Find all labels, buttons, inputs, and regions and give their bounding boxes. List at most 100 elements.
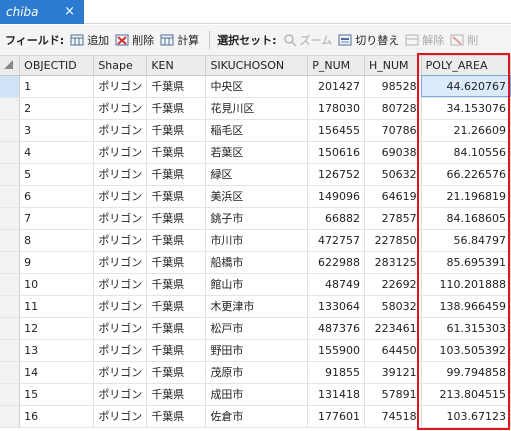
cell-shape[interactable]: ポリゴン <box>93 339 148 362</box>
cell-ken[interactable]: 千葉県 <box>146 383 207 406</box>
cell-p-num[interactable]: 178030 <box>307 97 365 120</box>
row-header[interactable] <box>0 119 21 142</box>
cell-objectid[interactable]: 13 <box>19 339 95 362</box>
cell-h-num[interactable]: 27857 <box>364 207 422 230</box>
column-header-sikuchoson[interactable]: SIKUCHOSON <box>205 56 309 76</box>
table-row[interactable]: 2 ポリゴン 千葉県 花見川区 178030 80728 34.153076 <box>0 97 511 120</box>
cell-poly-area[interactable]: 110.201888 <box>421 273 511 296</box>
cell-objectid[interactable]: 14 <box>19 361 95 384</box>
cell-poly-area[interactable]: 66.226576 <box>421 163 511 186</box>
cell-p-num[interactable]: 126752 <box>307 163 365 186</box>
close-icon[interactable]: × <box>64 4 75 19</box>
cell-sikuchoson[interactable]: 佐倉市 <box>205 405 309 428</box>
add-field-button[interactable]: 追加 <box>70 32 109 48</box>
row-header[interactable] <box>0 229 21 252</box>
cell-p-num[interactable]: 133064 <box>307 295 365 318</box>
cell-ken[interactable]: 千葉県 <box>146 339 207 362</box>
row-header[interactable] <box>0 317 21 340</box>
cell-ken[interactable]: 千葉県 <box>146 361 207 384</box>
cell-poly-area[interactable]: 44.620767 <box>421 75 511 98</box>
table-row[interactable]: 11 ポリゴン 千葉県 木更津市 133064 58032 138.966459 <box>0 295 511 318</box>
clear-selection-button[interactable]: 解除 <box>405 32 444 48</box>
cell-sikuchoson[interactable]: 若葉区 <box>205 141 309 164</box>
column-header-shape[interactable]: Shape <box>93 56 148 76</box>
cell-poly-area[interactable]: 138.966459 <box>421 295 511 318</box>
row-header[interactable] <box>0 273 21 296</box>
cell-h-num[interactable]: 80728 <box>364 97 422 120</box>
row-header[interactable] <box>0 75 21 98</box>
table-row[interactable]: 8 ポリゴン 千葉県 市川市 472757 227850 56.84797 <box>0 229 511 252</box>
cell-shape[interactable]: ポリゴン <box>93 405 148 428</box>
cell-objectid[interactable]: 7 <box>19 207 95 230</box>
cell-sikuchoson[interactable]: 館山市 <box>205 273 309 296</box>
cell-p-num[interactable]: 155900 <box>307 339 365 362</box>
table-row[interactable]: 14 ポリゴン 千葉県 茂原市 91855 39121 99.794858 <box>0 361 511 384</box>
row-header[interactable] <box>0 251 21 274</box>
table-row[interactable]: 5 ポリゴン 千葉県 緑区 126752 50632 66.226576 <box>0 163 511 186</box>
table-row[interactable]: 15 ポリゴン 千葉県 成田市 131418 57891 213.804515 <box>0 383 511 406</box>
cell-sikuchoson[interactable]: 船橋市 <box>205 251 309 274</box>
switch-selection-button[interactable]: 切り替え <box>338 32 399 48</box>
cell-shape[interactable]: ポリゴン <box>93 251 148 274</box>
cell-sikuchoson[interactable]: 緑区 <box>205 163 309 186</box>
cell-ken[interactable]: 千葉県 <box>146 75 207 98</box>
table-row[interactable]: 16 ポリゴン 千葉県 佐倉市 177601 74518 103.67123 <box>0 405 511 428</box>
table-row[interactable]: 6 ポリゴン 千葉県 美浜区 149096 64619 21.196819 <box>0 185 511 208</box>
row-header[interactable] <box>0 163 21 186</box>
cell-poly-area[interactable]: 61.315303 <box>421 317 511 340</box>
cell-objectid[interactable]: 12 <box>19 317 95 340</box>
row-header[interactable] <box>0 185 21 208</box>
table-row[interactable]: 13 ポリゴン 千葉県 野田市 155900 64450 103.505392 <box>0 339 511 362</box>
cell-shape[interactable]: ポリゴン <box>93 119 148 142</box>
cell-objectid[interactable]: 8 <box>19 229 95 252</box>
cell-ken[interactable]: 千葉県 <box>146 273 207 296</box>
cell-p-num[interactable]: 131418 <box>307 383 365 406</box>
cell-shape[interactable]: ポリゴン <box>93 317 148 340</box>
cell-shape[interactable]: ポリゴン <box>93 295 148 318</box>
cell-objectid[interactable]: 6 <box>19 185 95 208</box>
cell-poly-area[interactable]: 56.84797 <box>421 229 511 252</box>
row-header[interactable] <box>0 339 21 362</box>
cell-sikuchoson[interactable]: 野田市 <box>205 339 309 362</box>
cell-p-num[interactable]: 487376 <box>307 317 365 340</box>
cell-sikuchoson[interactable]: 中央区 <box>205 75 309 98</box>
cell-p-num[interactable]: 150616 <box>307 141 365 164</box>
cell-sikuchoson[interactable]: 銚子市 <box>205 207 309 230</box>
cell-poly-area[interactable]: 21.196819 <box>421 185 511 208</box>
cell-h-num[interactable]: 70786 <box>364 119 422 142</box>
cell-h-num[interactable]: 50632 <box>364 163 422 186</box>
cell-h-num[interactable]: 223461 <box>364 317 422 340</box>
table-row[interactable]: 7 ポリゴン 千葉県 銚子市 66882 27857 84.168605 <box>0 207 511 230</box>
cell-poly-area[interactable]: 85.695391 <box>421 251 511 274</box>
cell-shape[interactable]: ポリゴン <box>93 163 148 186</box>
delete-field-button[interactable]: 削除 <box>115 32 154 48</box>
cell-ken[interactable]: 千葉県 <box>146 251 207 274</box>
table-row[interactable]: 9 ポリゴン 千葉県 船橋市 622988 283125 85.695391 <box>0 251 511 274</box>
cell-shape[interactable]: ポリゴン <box>93 141 148 164</box>
cell-h-num[interactable]: 64450 <box>364 339 422 362</box>
cell-p-num[interactable]: 156455 <box>307 119 365 142</box>
cell-objectid[interactable]: 9 <box>19 251 95 274</box>
table-row[interactable]: 1 ポリゴン 千葉県 中央区 201427 98528 44.620767 <box>0 75 511 98</box>
cell-shape[interactable]: ポリゴン <box>93 75 148 98</box>
cell-h-num[interactable]: 69038 <box>364 141 422 164</box>
table-row[interactable]: 12 ポリゴン 千葉県 松戸市 487376 223461 61.315303 <box>0 317 511 340</box>
cell-shape[interactable]: ポリゴン <box>93 273 148 296</box>
cell-poly-area[interactable]: 103.505392 <box>421 339 511 362</box>
cell-sikuchoson[interactable]: 美浜区 <box>205 185 309 208</box>
cell-shape[interactable]: ポリゴン <box>93 229 148 252</box>
cell-ken[interactable]: 千葉県 <box>146 185 207 208</box>
cell-shape[interactable]: ポリゴン <box>93 383 148 406</box>
row-header[interactable] <box>0 361 21 384</box>
cell-sikuchoson[interactable]: 花見川区 <box>205 97 309 120</box>
cell-objectid[interactable]: 3 <box>19 119 95 142</box>
cell-objectid[interactable]: 10 <box>19 273 95 296</box>
column-header-h-num[interactable]: H_NUM <box>364 56 422 76</box>
cell-sikuchoson[interactable]: 市川市 <box>205 229 309 252</box>
cell-h-num[interactable]: 64619 <box>364 185 422 208</box>
row-header[interactable] <box>0 141 21 164</box>
cell-sikuchoson[interactable]: 茂原市 <box>205 361 309 384</box>
table-row[interactable]: 4 ポリゴン 千葉県 若葉区 150616 69038 84.10556 <box>0 141 511 164</box>
cell-objectid[interactable]: 1 <box>19 75 95 98</box>
cell-h-num[interactable]: 57891 <box>364 383 422 406</box>
